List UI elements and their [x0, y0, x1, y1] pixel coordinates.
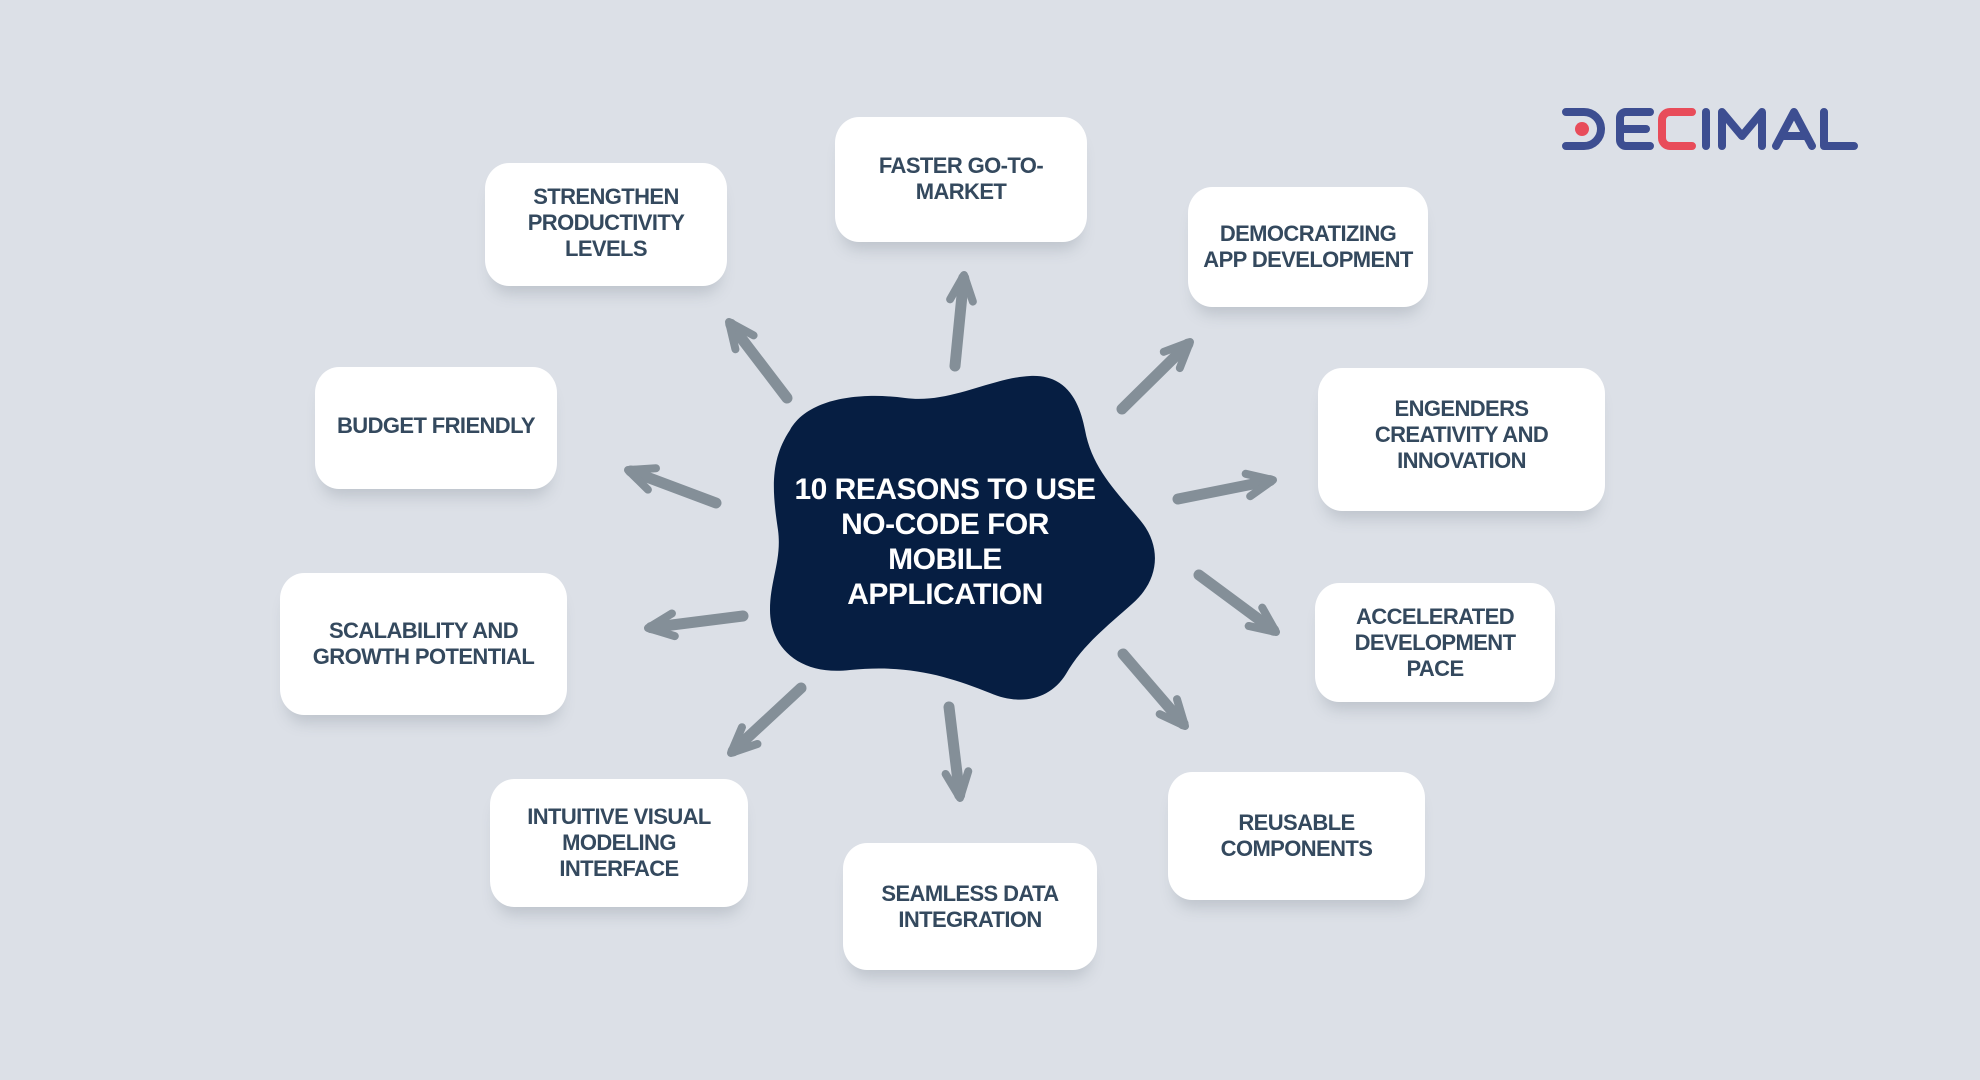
arrow-shaft — [725, 318, 793, 404]
reason-card-faster-go-to-market: FASTER GO-TO- MARKET — [835, 117, 1087, 242]
arrow-shaft — [727, 682, 807, 757]
arrow-to-reusable-components — [1117, 648, 1189, 730]
reason-label: BUDGET FRIENDLY — [337, 413, 536, 438]
logo-letter-l — [1820, 108, 1858, 150]
reason-card-engenders-creativity: ENGENDERS CREATIVITY AND INNOVATION — [1318, 368, 1605, 511]
arrow-to-accelerated-development-pace — [1193, 569, 1280, 636]
arrow-to-budget-friendly — [624, 464, 722, 509]
reason-label: STRENGTHEN PRODUCTIVITY LEVELS — [527, 183, 685, 261]
arrow-shaft — [1193, 569, 1280, 636]
reason-label: SCALABILITY AND GROWTH POTENTIAL — [312, 618, 535, 669]
arrow-to-strengthen-productivity — [725, 318, 793, 404]
logo-letter-m — [1718, 108, 1766, 150]
reason-label: SEAMLESS DATA INTEGRATION — [881, 880, 1059, 932]
arrow-shaft — [1117, 648, 1189, 730]
reason-label: INTUITIVE VISUAL MODELING INTERFACE — [527, 804, 711, 881]
reason-label: DEMOCRATIZING APP DEVELOPMENT — [1203, 221, 1413, 272]
logo-letter-c — [1658, 108, 1696, 150]
reason-label: ACCELERATED DEVELOPMENT PACE — [1354, 603, 1516, 681]
reason-card-democratizing-app-development: DEMOCRATIZING APP DEVELOPMENT — [1188, 187, 1428, 307]
reason-label: REUSABLE COMPONENTS — [1220, 810, 1373, 861]
arrow-to-faster-go-to-market — [946, 271, 977, 372]
logo-letter-a — [1772, 108, 1816, 150]
arrow-to-seamless-data-integration — [941, 701, 973, 802]
reason-card-budget-friendly: BUDGET FRIENDLY — [315, 367, 557, 489]
reason-card-seamless-data-integration: SEAMLESS DATA INTEGRATION — [843, 843, 1097, 970]
decimal-logo: DECIMAL — [1562, 108, 1858, 150]
reason-card-intuitive-visual-modeling: INTUITIVE VISUAL MODELING INTERFACE — [490, 779, 748, 907]
reason-label: ENGENDERS CREATIVITY AND INNOVATION — [1374, 395, 1549, 473]
diagram-title: 10 REASONS TO USE NO-CODE FOR MOBILE APP… — [794, 473, 1096, 611]
logo-letter-e — [1616, 108, 1654, 150]
reason-card-reusable-components: REUSABLE COMPONENTS — [1168, 772, 1425, 900]
arrow-to-engenders-creativity — [1172, 469, 1277, 505]
logo-dot-icon — [1575, 122, 1589, 136]
reason-card-accelerated-development-pace: ACCELERATED DEVELOPMENT PACE — [1315, 583, 1555, 702]
arrow-to-scalability-growth — [644, 609, 749, 641]
arrow-to-democratizing-app-development — [1116, 338, 1194, 415]
reason-card-strengthen-productivity: STRENGTHEN PRODUCTIVITY LEVELS — [485, 163, 727, 286]
reason-label: FASTER GO-TO- MARKET — [878, 153, 1044, 204]
reason-card-scalability-growth: SCALABILITY AND GROWTH POTENTIAL — [280, 573, 567, 715]
arrow-to-intuitive-visual-modeling — [727, 682, 807, 757]
arrow-shaft — [1116, 338, 1194, 415]
